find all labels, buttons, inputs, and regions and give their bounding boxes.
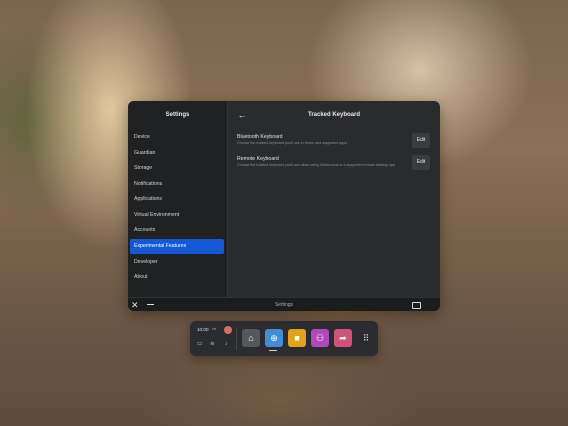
sidebar-item-developer[interactable]: Developer bbox=[130, 255, 224, 270]
sidebar-item-applications[interactable]: Applications bbox=[130, 192, 224, 207]
home-icon[interactable]: ⌂ bbox=[242, 329, 260, 347]
active-app-indicator bbox=[269, 350, 277, 351]
people-icon[interactable]: ⚇ bbox=[311, 329, 329, 347]
universal-menu-dock: 10:00 PM ▭ ≋ ♪ ⌂ ⊕ ■ ⚇ ➦ ⠿ bbox=[190, 321, 378, 356]
sidebar-item-guardian[interactable]: Guardian bbox=[130, 146, 224, 161]
settings-main-panel: ← Tracked Keyboard Bluetooth Keyboard Ch… bbox=[228, 101, 440, 297]
sidebar-item-accounts[interactable]: Accounts bbox=[130, 223, 224, 238]
sidebar-title: Settings bbox=[165, 112, 190, 118]
bluetooth-keyboard-description: Choose the tracked keyboard you'll use i… bbox=[237, 141, 347, 145]
clock-time: 10:00 bbox=[197, 327, 209, 332]
settings-window: Settings Device Guardian Storage Notific… bbox=[128, 101, 440, 311]
app-library-icon[interactable]: ⠿ bbox=[357, 329, 375, 347]
window-bottom-bar: ✕ Settings bbox=[128, 297, 440, 311]
bluetooth-keyboard-edit-button[interactable]: Edit bbox=[412, 133, 430, 148]
page-title: Tracked Keyboard bbox=[307, 112, 361, 118]
avatar[interactable] bbox=[224, 326, 232, 334]
explore-icon[interactable]: ⊕ bbox=[265, 329, 283, 347]
settings-sidebar: Settings Device Guardian Storage Notific… bbox=[128, 101, 228, 297]
remote-keyboard-edit-button[interactable]: Edit bbox=[412, 155, 430, 170]
bluetooth-keyboard-title: Bluetooth Keyboard bbox=[237, 134, 283, 140]
wifi-icon[interactable]: ≋ bbox=[210, 341, 215, 347]
dock-divider bbox=[236, 327, 237, 350]
window-title: Settings bbox=[274, 302, 294, 308]
remote-keyboard-title: Remote Keyboard bbox=[237, 156, 279, 162]
remote-keyboard-description: Choose the tracked keyboard you'll use w… bbox=[237, 163, 396, 167]
sidebar-item-device[interactable]: Device bbox=[130, 130, 224, 145]
sidebar-item-experimental-features[interactable]: Experimental Features bbox=[130, 239, 224, 254]
sidebar-item-about[interactable]: About bbox=[130, 270, 224, 285]
store-icon[interactable]: ■ bbox=[288, 329, 306, 347]
sidebar-item-virtual-environment[interactable]: Virtual Environment bbox=[130, 208, 224, 223]
cast-icon[interactable] bbox=[412, 302, 421, 309]
bell-icon[interactable]: ♪ bbox=[225, 341, 228, 347]
clock-ampm: PM bbox=[212, 327, 217, 331]
sidebar-item-notifications[interactable]: Notifications bbox=[130, 177, 224, 192]
share-icon[interactable]: ➦ bbox=[334, 329, 352, 347]
camera-icon[interactable]: ▭ bbox=[197, 341, 202, 347]
sidebar-item-storage[interactable]: Storage bbox=[130, 161, 224, 176]
